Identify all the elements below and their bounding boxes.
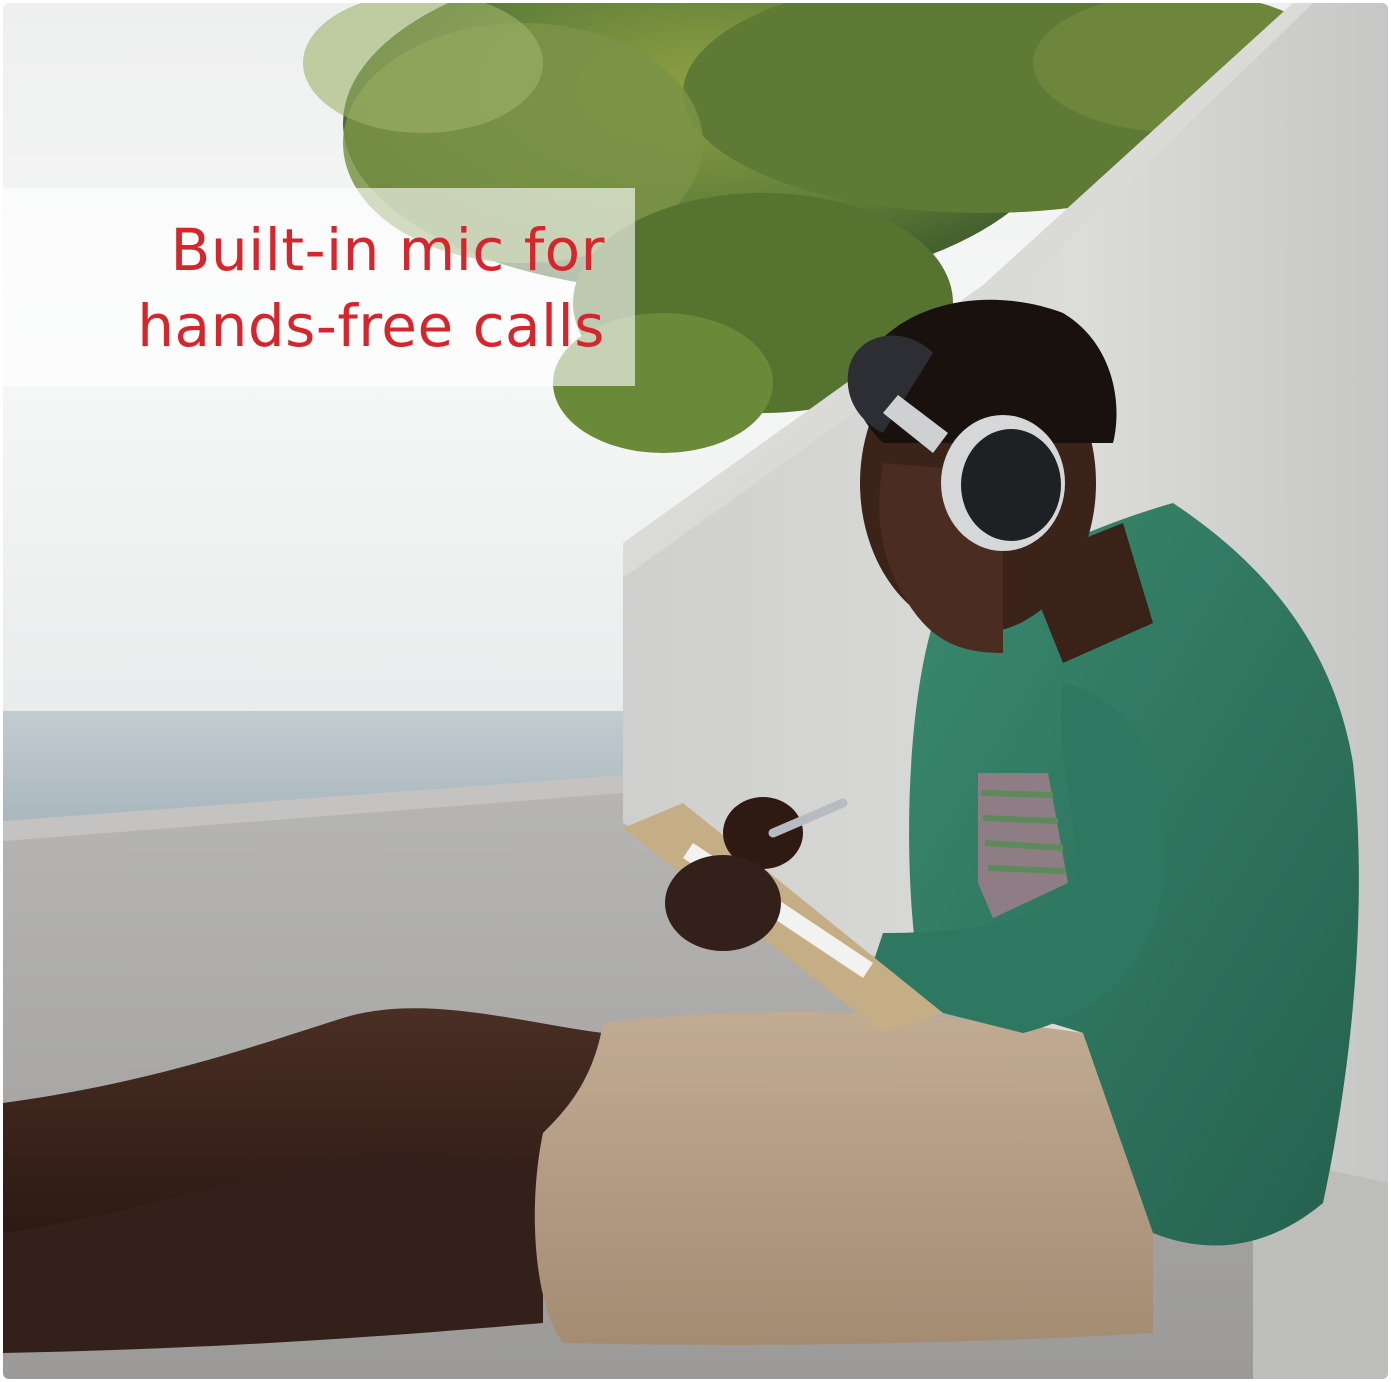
product-image: Built-in mic for hands-free calls [3,3,1388,1379]
caption-overlay: Built-in mic for hands-free calls [3,188,635,386]
caption-line-2: hands-free calls [137,292,605,360]
caption-line-1: Built-in mic for [170,216,605,284]
caption-heading: Built-in mic for hands-free calls [3,212,605,364]
